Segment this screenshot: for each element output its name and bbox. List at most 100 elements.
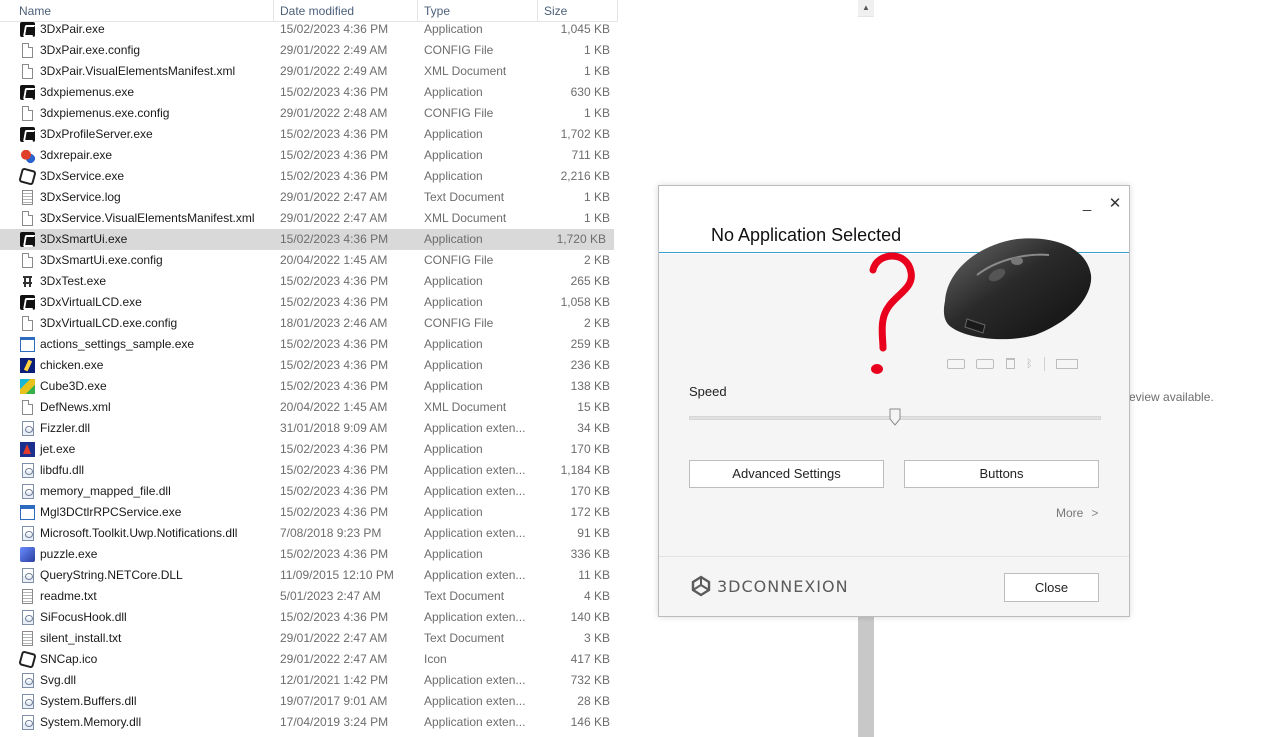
file-row[interactable]: readme.txt 5/01/2023 2:47 AM Text Document… [0, 586, 618, 607]
preview-pane-text: eview available. [1129, 390, 1214, 404]
file-row[interactable]: DefNews.xml 20/04/2022 1:45 AM XML Documen… [0, 397, 618, 418]
file-row[interactable]: SNCap.ico 29/01/2022 2:47 AM Icon 417 KB [0, 649, 618, 670]
file-row[interactable]: 3DxVirtualLCD.exe.config 18/01/2023 2:46 … [0, 313, 618, 334]
file-row[interactable]: jet.exe 15/02/2023 4:36 PM Application 170 … [0, 439, 618, 460]
speed-slider-thumb[interactable] [889, 408, 901, 426]
file-date: 15/02/2023 4:36 PM [280, 610, 389, 624]
file-date: 29/01/2022 2:47 AM [280, 211, 388, 225]
file-size: 259 KB [570, 337, 610, 351]
file-row[interactable]: puzzle.exe 15/02/2023 4:36 PM Application 3… [0, 544, 618, 565]
file-type: XML Document [424, 64, 507, 78]
file-row[interactable]: memory_mapped_file.dll 15/02/2023 4:36 PM… [0, 481, 618, 502]
file-date: 18/01/2023 2:46 AM [280, 316, 388, 330]
file-row[interactable]: Svg.dll 12/01/2021 1:42 PM Application ext… [0, 670, 618, 691]
file-row[interactable]: Cube3D.exe 15/02/2023 4:36 PM Application 1… [0, 376, 618, 397]
status-separator [1043, 356, 1045, 371]
file-row[interactable]: 3DxService.VisualElementsManifest.xml 29/… [0, 208, 618, 229]
scrollbar-thumb[interactable] [858, 615, 874, 737]
file-row[interactable]: 3DxVirtualLCD.exe 15/02/2023 4:36 PM Appli… [0, 292, 618, 313]
file-row[interactable]: 3dxpiemenus.exe.config 29/01/2022 2:48 AM… [0, 103, 618, 124]
file-size: 4 KB [583, 589, 610, 603]
window-app-icon [20, 337, 35, 352]
buttons-button[interactable]: Buttons [904, 460, 1099, 488]
file-row[interactable]: Microsoft.Toolkit.Uwp.Notifications.dll 7… [0, 523, 618, 544]
file-row[interactable]: 3DxSmartUi.exe 15/02/2023 4:36 PM Applicat… [0, 229, 614, 250]
more-link[interactable]: More > [1056, 506, 1098, 520]
dll-icon [22, 715, 34, 730]
advanced-settings-button[interactable]: Advanced Settings [689, 460, 884, 488]
file-size: 1 KB [583, 64, 610, 78]
file-name: 3dxpiemenus.exe [40, 85, 135, 99]
file-icon [22, 253, 33, 268]
question-mark-icon [869, 252, 915, 374]
file-row[interactable]: 3DxService.exe 15/02/2023 4:36 PM Applicat… [0, 166, 618, 187]
file-row[interactable]: QueryString.NETCore.DLL 11/09/2015 12:10 … [0, 565, 618, 586]
file-row[interactable]: System.Buffers.dll 19/07/2017 9:01 AM Appl… [0, 691, 618, 712]
file-row[interactable]: 3DxService.log 29/01/2022 2:47 AM Text Doc… [0, 187, 618, 208]
file-size: 28 KB [577, 694, 610, 708]
file-row[interactable]: 3DxPair.exe 15/02/2023 4:36 PM Application… [0, 19, 618, 40]
spacemouse-device-icon [943, 238, 1092, 340]
file-name: 3dxrepair.exe [40, 148, 113, 162]
file-name: chicken.exe [40, 358, 104, 372]
3dconnexion-dialog: _ ✕ No Application Selected ᛒ Speed Adva… [658, 185, 1130, 617]
text-file-icon [22, 589, 33, 604]
file-type: Application exten... [424, 715, 526, 729]
file-row[interactable]: Fizzler.dll 31/01/2018 9:09 AM Application… [0, 418, 618, 439]
file-date: 15/02/2023 4:36 PM [280, 505, 389, 519]
file-date: 15/02/2023 4:36 PM [280, 484, 389, 498]
file-row[interactable]: System.Memory.dll 17/04/2019 3:24 PM Appli… [0, 712, 618, 733]
3dconnexion-logo-icon [691, 575, 711, 597]
scroll-up-icon[interactable]: ▲ [858, 0, 874, 16]
file-row[interactable]: 3DxProfileServer.exe 15/02/2023 4:36 PM Ap… [0, 124, 618, 145]
minimize-button[interactable]: _ [1077, 194, 1097, 214]
file-row[interactable]: 3DxPair.VisualElementsManifest.xml 29/01/… [0, 61, 618, 82]
brand-text: 3DCONNEXION [717, 577, 849, 596]
file-name: Mgl3DCtlrRPCService.exe [40, 505, 182, 519]
file-size: 140 KB [570, 610, 610, 624]
file-size: 265 KB [570, 274, 610, 288]
file-date: 15/02/2023 4:36 PM [280, 463, 389, 477]
file-row[interactable]: 3DxPair.exe.config 29/01/2022 2:49 AM CONF… [0, 40, 618, 61]
file-type: Application [424, 232, 483, 246]
file-row[interactable]: SiFocusHook.dll 15/02/2023 4:36 PM Applica… [0, 607, 618, 628]
file-name: libdfu.dll [40, 463, 85, 477]
file-size: 15 KB [577, 400, 610, 414]
file-row[interactable]: 3DxSmartUi.exe.config 20/04/2022 1:45 AM C… [0, 250, 618, 271]
file-date: 15/02/2023 4:36 PM [280, 295, 389, 309]
file-size: 146 KB [570, 715, 610, 729]
file-name: 3DxPair.VisualElementsManifest.xml [40, 64, 236, 78]
file-type: Application exten... [424, 694, 526, 708]
close-window-button[interactable]: ✕ [1105, 194, 1125, 214]
dll-icon [22, 421, 34, 436]
dll-icon [22, 526, 34, 541]
file-name: Fizzler.dll [40, 421, 91, 435]
file-type: XML Document [424, 211, 507, 225]
file-icon [22, 400, 33, 415]
3dx-app-icon [20, 295, 35, 310]
file-date: 29/01/2022 2:49 AM [280, 64, 388, 78]
file-size: 138 KB [570, 379, 610, 393]
close-button[interactable]: Close [1004, 573, 1099, 602]
file-row[interactable]: chicken.exe 15/02/2023 4:36 PM Application… [0, 355, 618, 376]
file-size: 34 KB [577, 421, 610, 435]
file-row[interactable]: 3DxTest.exe 15/02/2023 4:36 PM Application… [0, 271, 618, 292]
file-row[interactable]: libdfu.dll 15/02/2023 4:36 PM Application … [0, 460, 618, 481]
file-name: Svg.dll [40, 673, 77, 687]
file-row[interactable]: 3dxrepair.exe 15/02/2023 4:36 PM Applicati… [0, 145, 618, 166]
file-row[interactable]: actions_settings_sample.exe 15/02/2023 4:… [0, 334, 618, 355]
file-size: 170 KB [570, 442, 610, 456]
file-type: Application exten... [424, 526, 526, 540]
file-row[interactable]: silent_install.txt 29/01/2022 2:47 AM Text… [0, 628, 618, 649]
file-name: 3DxPair.exe.config [40, 43, 141, 57]
file-row[interactable]: Mgl3DCtlrRPCService.exe 15/02/2023 4:36 P… [0, 502, 618, 523]
3dx-app-icon [20, 85, 35, 100]
text-file-icon [22, 631, 33, 646]
file-date: 15/02/2023 4:36 PM [280, 337, 389, 351]
battery-icon [1056, 358, 1079, 369]
dll-icon [22, 568, 34, 583]
text-file-icon [22, 190, 33, 205]
file-date: 11/09/2015 12:10 PM [280, 568, 394, 582]
file-row[interactable]: 3dxpiemenus.exe 15/02/2023 4:36 PM Applica… [0, 82, 618, 103]
file-date: 15/02/2023 4:36 PM [280, 379, 389, 393]
